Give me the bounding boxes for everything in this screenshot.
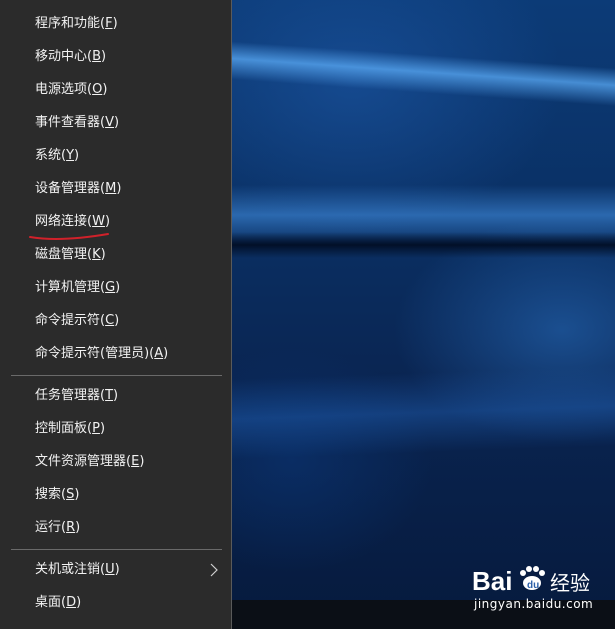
menu-item-run[interactable]: 运行(R) (0, 513, 231, 543)
menu-item-disk-management[interactable]: 磁盘管理(K) (0, 240, 231, 270)
menu-item-command-prompt[interactable]: 命令提示符(C) (0, 306, 231, 336)
menu-item-computer-management[interactable]: 计算机管理(G) (0, 273, 231, 303)
chevron-right-icon (210, 563, 218, 577)
menu-item-command-prompt-admin[interactable]: 命令提示符(管理员)(A) (0, 339, 231, 369)
wallpaper-light-beam (232, 40, 615, 111)
menu-item-control-panel[interactable]: 控制面板(P) (0, 414, 231, 444)
menu-item-system[interactable]: 系统(Y) (0, 141, 231, 171)
desktop-screen: 程序和功能(F) 移动中心(B) 电源选项(O) 事件查看器(V) 系统(Y) … (0, 0, 615, 629)
watermark-brand: Bai (472, 566, 512, 596)
watermark-brand-suffix: 经验 (550, 571, 590, 595)
menu-item-file-explorer[interactable]: 文件资源管理器(E) (0, 447, 231, 477)
baidu-paw-icon: du (520, 566, 545, 591)
menu-divider (11, 549, 222, 550)
menu-item-task-manager[interactable]: 任务管理器(T) (0, 381, 231, 411)
menu-divider (11, 375, 222, 376)
watermark-url: jingyan.baidu.com (474, 597, 594, 611)
menu-item-power-options[interactable]: 电源选项(O) (0, 75, 231, 105)
menu-item-programs-features[interactable]: 程序和功能(F) (0, 9, 231, 39)
wallpaper-shadow-band (232, 232, 615, 258)
wallpaper-light-beam (232, 363, 615, 460)
menu-item-device-manager[interactable]: 设备管理器(M) (0, 174, 231, 204)
svg-text:du: du (527, 580, 539, 591)
menu-item-search[interactable]: 搜索(S) (0, 480, 231, 510)
menu-item-desktop[interactable]: 桌面(D) (0, 588, 231, 618)
menu-item-shutdown-signout[interactable]: 关机或注销(U) (0, 555, 231, 585)
desktop-wallpaper (232, 0, 615, 629)
baidu-jingyan-watermark: Bai du 经验 (472, 566, 590, 596)
menu-item-event-viewer[interactable]: 事件查看器(V) (0, 108, 231, 138)
menu-item-mobility-center[interactable]: 移动中心(B) (0, 42, 231, 72)
power-user-menu: 程序和功能(F) 移动中心(B) 电源选项(O) 事件查看器(V) 系统(Y) … (0, 0, 232, 629)
